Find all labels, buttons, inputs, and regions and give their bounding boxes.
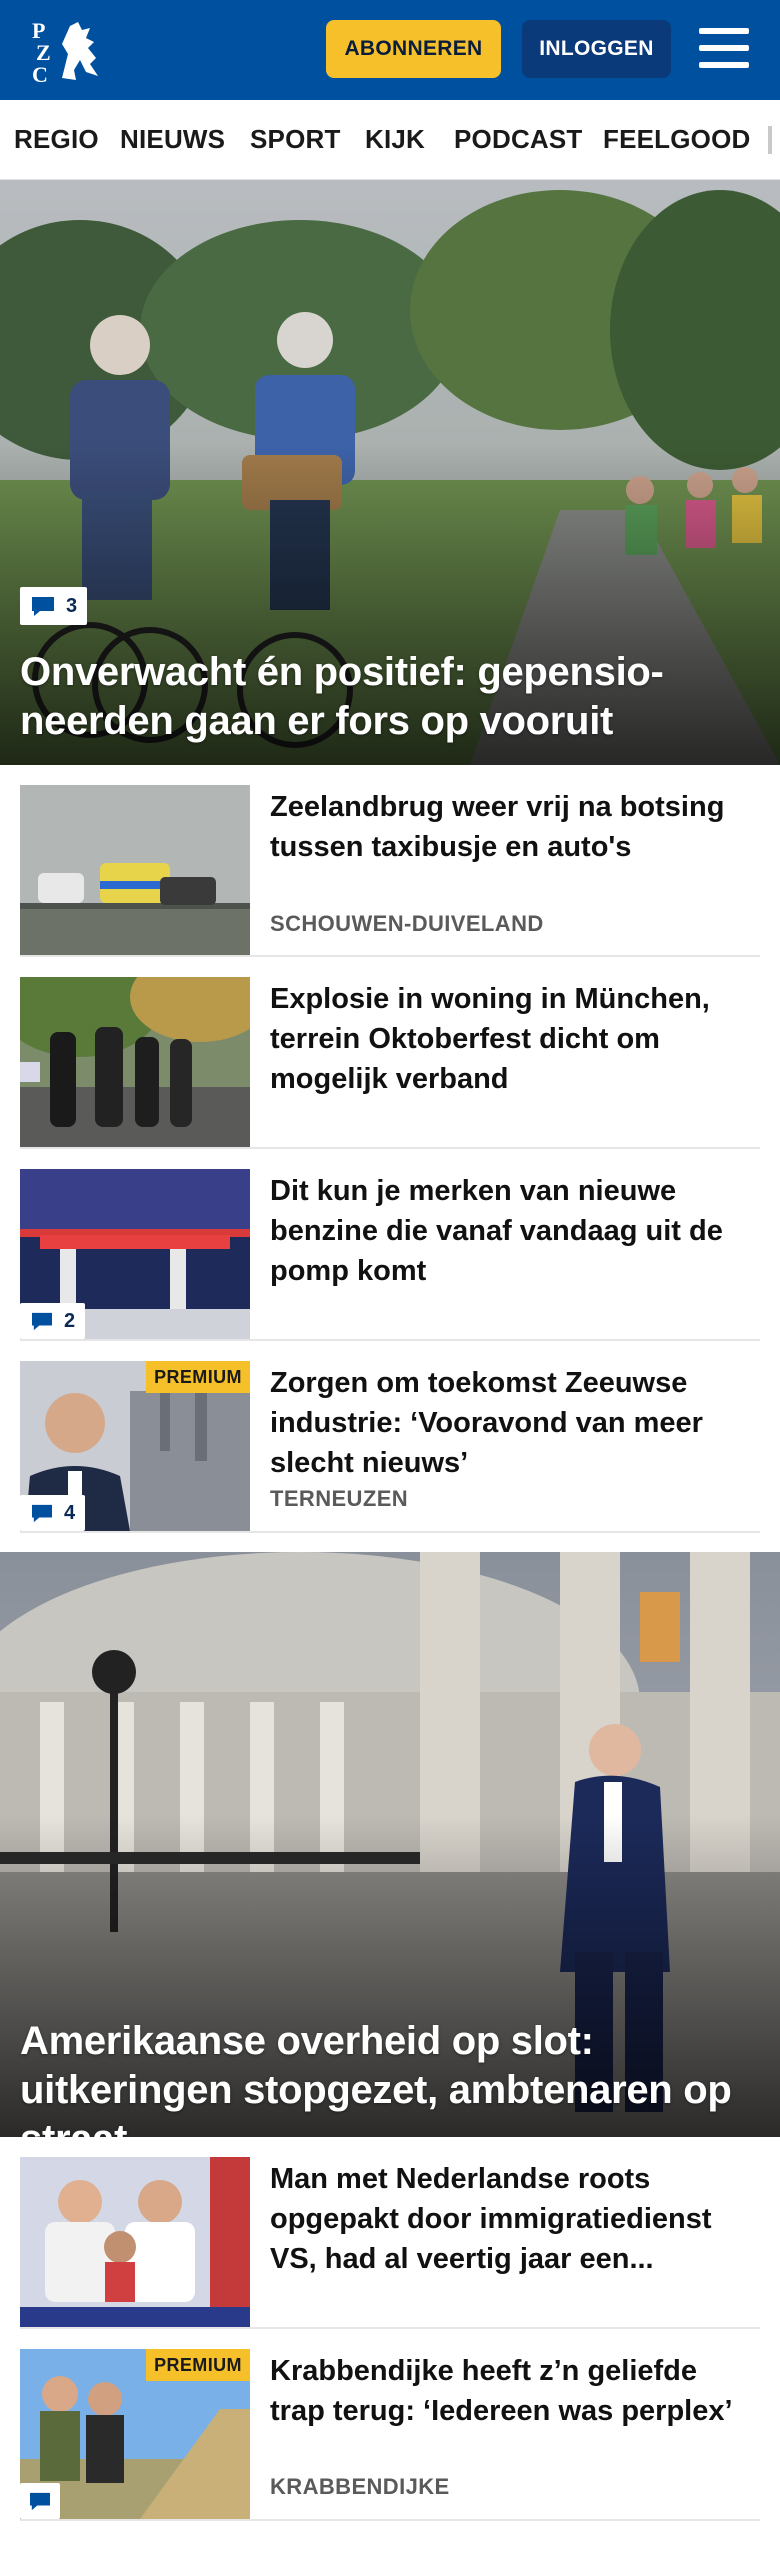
nav-item-sport[interactable]: SPORT <box>250 124 341 155</box>
comment-icon <box>32 1504 52 1523</box>
hero-article-us-shutdown[interactable]: Amerikaanse overheid op slot: uitkeringe… <box>0 1552 780 2137</box>
comment-count-badge: 4 <box>20 1495 86 1531</box>
comment-icon <box>32 1312 52 1331</box>
article-title[interactable]: Zeelandbrug weer vrij na botsing tussen … <box>270 787 755 867</box>
list-item[interactable]: Man met Nederlandse roots opgepakt door … <box>20 2137 760 2329</box>
nav-item-regio[interactable]: REGIO <box>14 124 99 155</box>
category-nav: REGIO NIEUWS SPORT KIJK PODCAST FEELGOOD <box>0 100 780 180</box>
comment-icon <box>30 2492 50 2511</box>
article-region-tag[interactable]: SCHOUWEN-DUIVELAND <box>270 911 544 937</box>
comment-count-badge <box>20 2483 60 2519</box>
nav-item-podcast[interactable]: PODCAST <box>454 124 583 155</box>
svg-text:C: C <box>32 62 48 86</box>
comment-count: 4 <box>64 1501 76 1524</box>
nav-item-nieuws[interactable]: NIEUWS <box>120 124 225 155</box>
article-thumbnail <box>20 2157 250 2327</box>
article-region-tag[interactable]: KRABBENDIJKE <box>270 2474 450 2500</box>
subscribe-button[interactable]: ABONNEREN <box>326 20 501 78</box>
comment-count: 3 <box>66 594 78 617</box>
article-title[interactable]: Explosie in woning in München, terrein O… <box>270 979 755 1099</box>
list-item[interactable]: Explosie in woning in München, terrein O… <box>20 957 760 1149</box>
pzc-logo[interactable]: P Z C <box>28 14 112 86</box>
hero-title[interactable]: Amerikaanse overheid op slot: uitkeringe… <box>20 2017 756 2137</box>
comment-count-badge: 3 <box>20 587 88 625</box>
list-item[interactable]: Zeelandbrug weer vrij na botsing tussen … <box>20 765 760 957</box>
hero-article-pensioners[interactable]: 3 Onverwacht én positief: gepensio-neerd… <box>0 180 780 765</box>
article-thumbnail: PREMIUM <box>20 2349 250 2519</box>
comment-count-badge: 2 <box>20 1303 86 1339</box>
nav-overflow-indicator <box>768 126 772 154</box>
article-title[interactable]: Krabbendijke heeft z’n geliefde trap ter… <box>270 2351 755 2431</box>
article-title[interactable]: Dit kun je merken van nieuwe benzine die… <box>270 1171 755 1291</box>
hamburger-menu-icon[interactable] <box>699 26 753 72</box>
article-thumbnail: 2 <box>20 1169 250 1339</box>
list-item[interactable]: PREMIUM 4 Zorgen om toekomst Zeeuwse ind… <box>20 1341 760 1533</box>
comment-icon <box>32 597 54 616</box>
nav-item-feelgood[interactable]: FEELGOOD <box>603 124 751 155</box>
article-title[interactable]: Zorgen om toekomst Zeeuwse industrie: ‘V… <box>270 1363 755 1483</box>
list-item[interactable]: PREMIUM Krabbendijke heeft z’n geliefde … <box>20 2329 760 2521</box>
article-title[interactable]: Man met Nederlandse roots opgepakt door … <box>270 2159 755 2279</box>
list-item[interactable]: 2 Dit kun je merken van nieuwe benzine d… <box>20 1149 760 1341</box>
premium-badge: PREMIUM <box>146 2349 250 2381</box>
login-button[interactable]: INLOGGEN <box>522 20 671 78</box>
premium-badge: PREMIUM <box>146 1361 250 1393</box>
article-thumbnail <box>20 785 250 955</box>
article-thumbnail: PREMIUM 4 <box>20 1361 250 1531</box>
article-thumbnail <box>20 977 250 1147</box>
comment-count: 2 <box>64 1309 76 1332</box>
nav-item-kijk[interactable]: KIJK <box>365 124 425 155</box>
article-region-tag[interactable]: TERNEUZEN <box>270 1486 408 1512</box>
top-header: P Z C ABONNEREN INLOGGEN <box>0 0 780 100</box>
hero-title[interactable]: Onverwacht én positief: gepensio-neerden… <box>20 648 756 746</box>
